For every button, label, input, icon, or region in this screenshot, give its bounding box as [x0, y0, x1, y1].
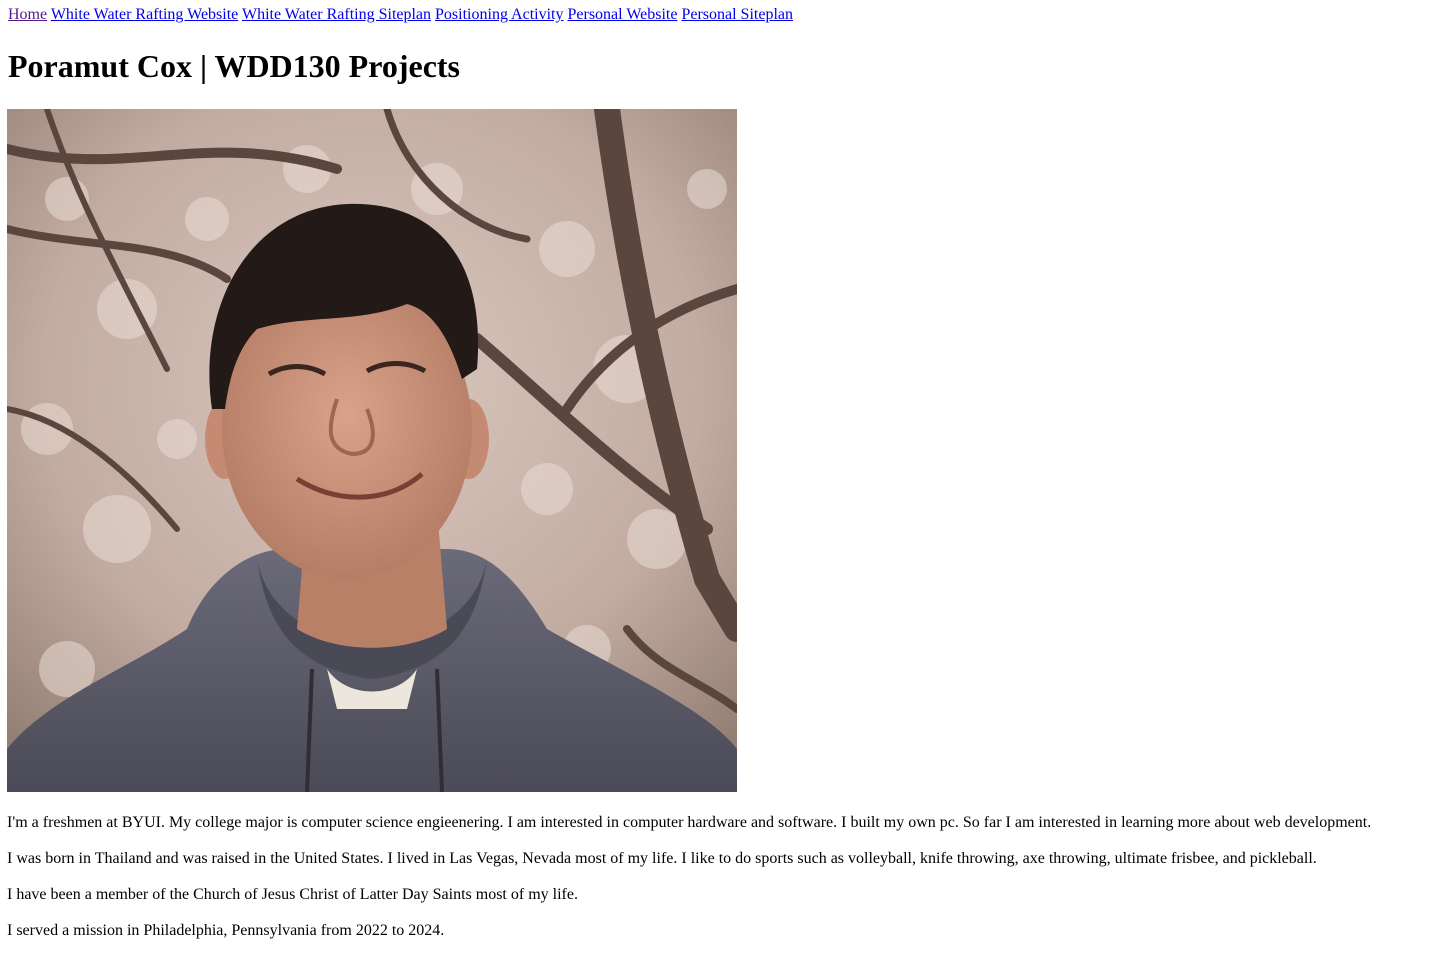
bio-paragraph-3: I have been a member of the Church of Je… — [7, 886, 578, 903]
bio-paragraph-1: I'm a freshmen at BYUI. My college major… — [7, 814, 1372, 831]
page-title: Poramut Cox | WDD130 Projects — [8, 48, 460, 84]
nav-link-positioning-activity[interactable]: Positioning Activity — [435, 6, 563, 23]
page: Home White Water Rafting Website White W… — [0, 0, 1438, 85]
nav-link-white-water-rafting-website[interactable]: White Water Rafting Website — [51, 6, 238, 23]
bio-section: I'm a freshmen at BYUI. My college major… — [7, 814, 1432, 958]
nav-link-personal-website[interactable]: Personal Website — [568, 6, 678, 23]
bio-paragraph-4: I served a mission in Philadelphia, Penn… — [7, 922, 445, 939]
nav-link-white-water-rafting-siteplan[interactable]: White Water Rafting Siteplan — [242, 6, 431, 23]
nav-link-personal-siteplan[interactable]: Personal Siteplan — [681, 6, 793, 23]
bio-paragraph-2: I was born in Thailand and was raised in… — [7, 850, 1317, 867]
portrait-photo — [7, 109, 737, 792]
top-nav: Home White Water Rafting Website White W… — [8, 0, 1430, 26]
nav-link-home[interactable]: Home — [8, 6, 47, 23]
